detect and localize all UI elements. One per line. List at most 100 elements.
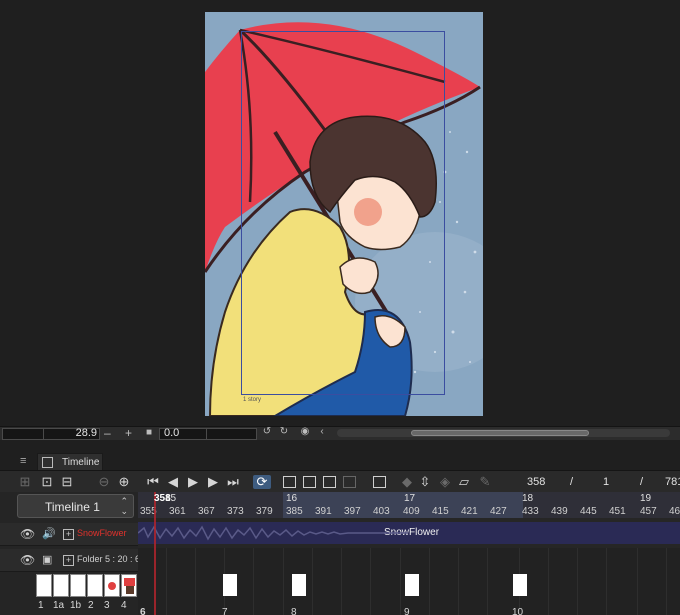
frame-number: 397 [344, 506, 361, 517]
frame-settings-icon[interactable]: ⊟ [60, 475, 74, 489]
zoom-out-icon[interactable]: ⊖ [97, 475, 111, 489]
new-cel-icon[interactable] [283, 476, 296, 488]
current-frame[interactable]: 358 [527, 476, 545, 488]
visibility-eye-icon[interactable]: 👁 [20, 527, 35, 541]
frame-number: 439 [551, 506, 568, 517]
zoom-in-icon[interactable]: ⊕ [117, 475, 131, 489]
reset-rotation-icon[interactable]: ◉ [300, 427, 310, 437]
keyframe-icon[interactable]: ◆ [400, 475, 414, 489]
timeline-name: Timeline 1 [45, 500, 100, 514]
frame-separator: / [570, 476, 574, 488]
layer-row-folder[interactable]: 👁 ▣ + Folder 5 : 20 : 6 [0, 549, 141, 572]
stop-icon[interactable]: ■ [144, 428, 154, 438]
frame-guide [241, 31, 445, 395]
frame-separator: / [640, 476, 644, 488]
frame-number: 433 [522, 506, 539, 517]
total-value[interactable]: 1 [603, 476, 609, 488]
frame-number: 373 [227, 506, 244, 517]
panel-menu-icon[interactable]: ≡ [20, 455, 26, 467]
rotate-left-icon[interactable]: ↺ [262, 427, 272, 437]
tab-label: Timeline [62, 457, 100, 468]
zoom-in-button[interactable]: + [125, 426, 132, 440]
first-frame-icon[interactable]: ⏮ [146, 475, 160, 489]
cel-number: 9 [404, 607, 410, 615]
cel-marker[interactable] [223, 574, 237, 596]
frame-number: 385 [286, 506, 303, 517]
timeline-toolbar: ⊞ ⊡ ⊟ ⊖ ⊕ ⏮ ◀ ▶ ▶ ⏭ ⟳ ◆ ⇳ ◈ ▱ ✎ 358 / 1 … [0, 470, 680, 493]
cel-number: 10 [512, 607, 524, 615]
timeline-selector[interactable]: Timeline 1 ⌃ ⌄ [17, 494, 134, 518]
layer-name: Folder 5 : 20 : 6 [77, 554, 141, 564]
layer-row-audio[interactable]: 👁 🔊 + SnowFlower [0, 523, 138, 546]
expand-icon[interactable]: + [63, 529, 74, 540]
next-frame-icon[interactable]: ▶ [206, 475, 220, 489]
onion-skin-icon[interactable] [373, 476, 386, 488]
delete-cel-icon[interactable] [343, 476, 356, 488]
cel-thumbnail[interactable] [87, 574, 103, 597]
tab-timeline[interactable]: Timeline [37, 453, 103, 470]
audio-waveform [138, 525, 408, 541]
loop-icon[interactable]: ⟳ [253, 475, 271, 489]
new-animation-folder-icon[interactable] [303, 476, 316, 488]
frame-number: 427 [490, 506, 507, 517]
frame-number: 421 [461, 506, 478, 517]
playhead[interactable] [154, 492, 156, 615]
zoom-field[interactable]: 28.9 [2, 427, 100, 440]
end-value[interactable]: 781 [665, 476, 680, 488]
cel-number: 7 [222, 607, 228, 615]
previous-frame-icon[interactable]: ◀ [166, 475, 180, 489]
layer-name: SnowFlower [77, 528, 127, 538]
cel-marker[interactable] [513, 574, 527, 596]
cel-label: 1b [70, 600, 82, 611]
timeline-settings-icon[interactable]: ⊡ [40, 475, 54, 489]
new-timeline-icon[interactable]: ⊞ [18, 475, 32, 489]
frame-number: 403 [373, 506, 390, 517]
frame-ruler[interactable]: 15 16 17 18 19 355 361 367 373 379 385 3… [138, 492, 680, 518]
speaker-icon: 🔊 [42, 528, 56, 540]
visibility-eye-icon[interactable]: 👁 [20, 553, 35, 567]
interpolation-icon[interactable]: ◈ [438, 475, 452, 489]
frame-number: 361 [169, 506, 186, 517]
assign-cel-icon[interactable] [323, 476, 336, 488]
animation-folder-icon: ▣ [42, 554, 53, 566]
pen-icon[interactable]: ✎ [478, 475, 492, 489]
cel-thumbnail[interactable] [36, 574, 52, 597]
cel-label: 4 [121, 600, 127, 611]
chevron-icon: ⌃ ⌄ [120, 496, 128, 516]
frame-number: 367 [198, 506, 215, 517]
camera-icon[interactable]: ▱ [457, 475, 471, 489]
frame-number: 391 [315, 506, 332, 517]
play-icon[interactable]: ▶ [186, 475, 200, 489]
last-frame-icon[interactable]: ⏭ [226, 475, 240, 489]
frame-number: 445 [580, 506, 597, 517]
cel-thumbnail[interactable] [70, 574, 86, 597]
flip-icon[interactable]: ‹ [317, 427, 327, 437]
cel-thumbnail[interactable] [53, 574, 69, 597]
rotation-field[interactable]: 0.0 [159, 427, 257, 440]
canvas-area[interactable]: 1 story [0, 0, 680, 425]
frame-number: 463 [669, 506, 680, 517]
cel-thumbnail[interactable] [121, 574, 137, 597]
section-label: 18 [522, 493, 534, 504]
cel-label: 1 [38, 600, 44, 611]
frame-number: 415 [432, 506, 449, 517]
cel-number: 6 [140, 607, 146, 615]
playhead-frame: 358 [154, 493, 171, 504]
timeline-icon [42, 457, 53, 468]
cel-marker[interactable] [405, 574, 419, 596]
rotate-right-icon[interactable]: ↻ [279, 427, 289, 437]
zoom-out-button[interactable]: – [104, 426, 111, 440]
frame-number: 409 [403, 506, 420, 517]
keyframe-toggle-icon[interactable]: ⇳ [418, 475, 432, 489]
cel-number: 8 [291, 607, 297, 615]
horizontal-scrollbar[interactable] [337, 429, 670, 437]
cel-thumbnail[interactable] [104, 574, 120, 597]
frame-number: 451 [609, 506, 626, 517]
cel-marker[interactable] [292, 574, 306, 596]
expand-icon[interactable]: + [63, 555, 74, 566]
timeline-frames[interactable]: 15 16 17 18 19 355 361 367 373 379 385 3… [138, 492, 680, 615]
frame-number: 457 [640, 506, 657, 517]
cel-label: 2 [88, 600, 94, 611]
frame-number: 379 [256, 506, 273, 517]
section-label: 17 [404, 493, 416, 504]
